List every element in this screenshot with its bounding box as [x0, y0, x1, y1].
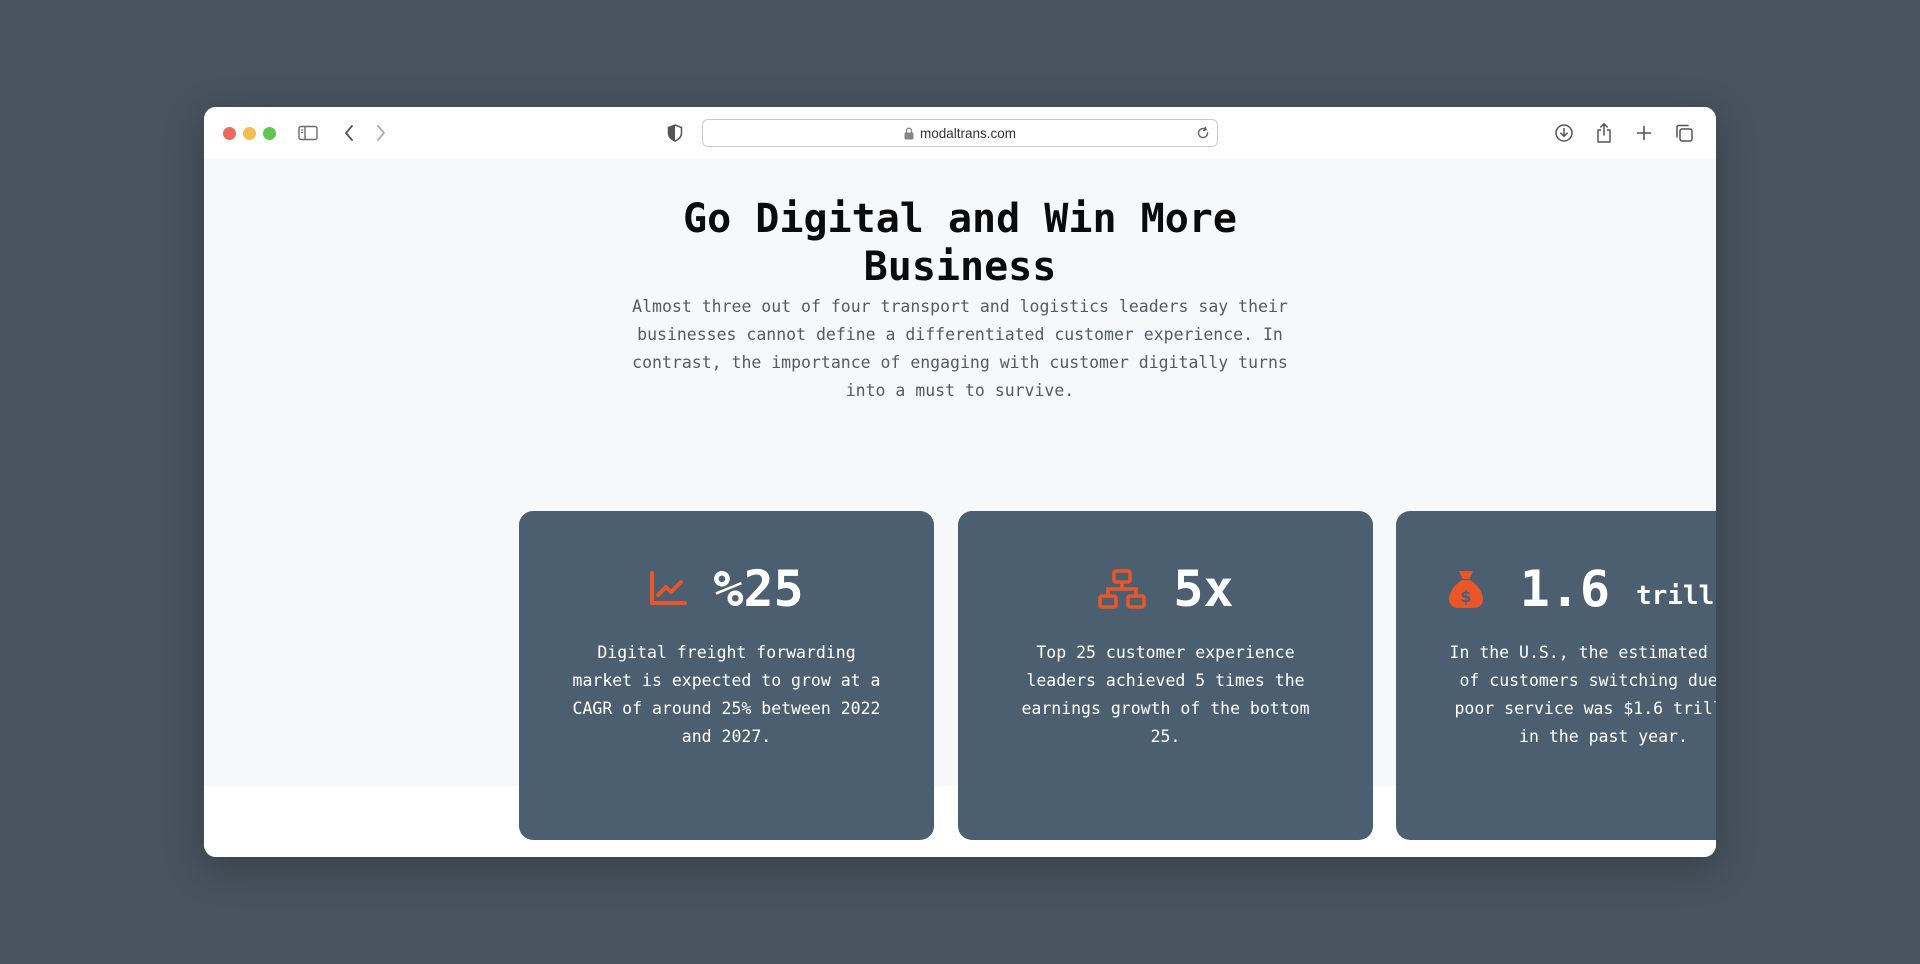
- stat-value: 5x: [1173, 560, 1234, 618]
- stat-card-earnings: 5x Top 25 customer experience leaders ac…: [958, 511, 1373, 840]
- privacy-shield-icon[interactable]: [663, 121, 687, 145]
- svg-text:$: $: [1460, 587, 1471, 606]
- browser-window: modaltrans.com Go Digital and Win More B…: [204, 107, 1716, 857]
- page-title-line-1: Go Digital and Win More: [683, 196, 1237, 242]
- stat-card-cost: $ 1.6 trillion In the U.S., the estimate…: [1396, 511, 1716, 840]
- stat-description: Digital freight forwarding market is exp…: [572, 643, 881, 746]
- back-icon[interactable]: [337, 121, 361, 145]
- page-title: Go Digital and Win More Business: [204, 195, 1716, 291]
- share-icon[interactable]: [1592, 121, 1616, 145]
- stat-unit: trillion: [1636, 581, 1716, 611]
- stat-description: In the U.S., the estimated cost of custo…: [1449, 643, 1716, 746]
- network-icon: [1097, 569, 1147, 609]
- sidebar-toggle-icon[interactable]: [296, 121, 320, 145]
- new-tab-icon[interactable]: [1632, 121, 1656, 145]
- page-title-line-2: Business: [863, 244, 1057, 290]
- close-window-button[interactable]: [223, 127, 236, 140]
- lock-icon: [904, 126, 914, 140]
- browser-toolbar: modaltrans.com: [204, 107, 1716, 159]
- url-text: modaltrans.com: [919, 125, 1017, 141]
- stat-card-growth: %25 Digital freight forwarding market is…: [519, 511, 934, 840]
- minimize-window-button[interactable]: [243, 127, 256, 140]
- tab-overview-icon[interactable]: [1672, 121, 1696, 145]
- stat-value: 1.6: [1519, 560, 1611, 618]
- reload-icon[interactable]: [1196, 126, 1210, 140]
- stat-card-header: $ 1.6 trillion: [1396, 559, 1716, 619]
- forward-icon[interactable]: [369, 121, 393, 145]
- line-chart-icon: [649, 571, 688, 607]
- stat-card-header: 5x: [958, 559, 1373, 619]
- downloads-icon[interactable]: [1552, 121, 1576, 145]
- stat-card-header: %25: [519, 559, 934, 619]
- page-subtitle: Almost three out of four transport and l…: [632, 297, 1288, 400]
- fullscreen-window-button[interactable]: [263, 127, 276, 140]
- money-bag-icon: $: [1446, 568, 1486, 610]
- stat-description: Top 25 customer experience leaders achie…: [1021, 643, 1310, 746]
- stat-value: %25: [713, 560, 804, 618]
- address-bar[interactable]: modaltrans.com: [702, 119, 1218, 147]
